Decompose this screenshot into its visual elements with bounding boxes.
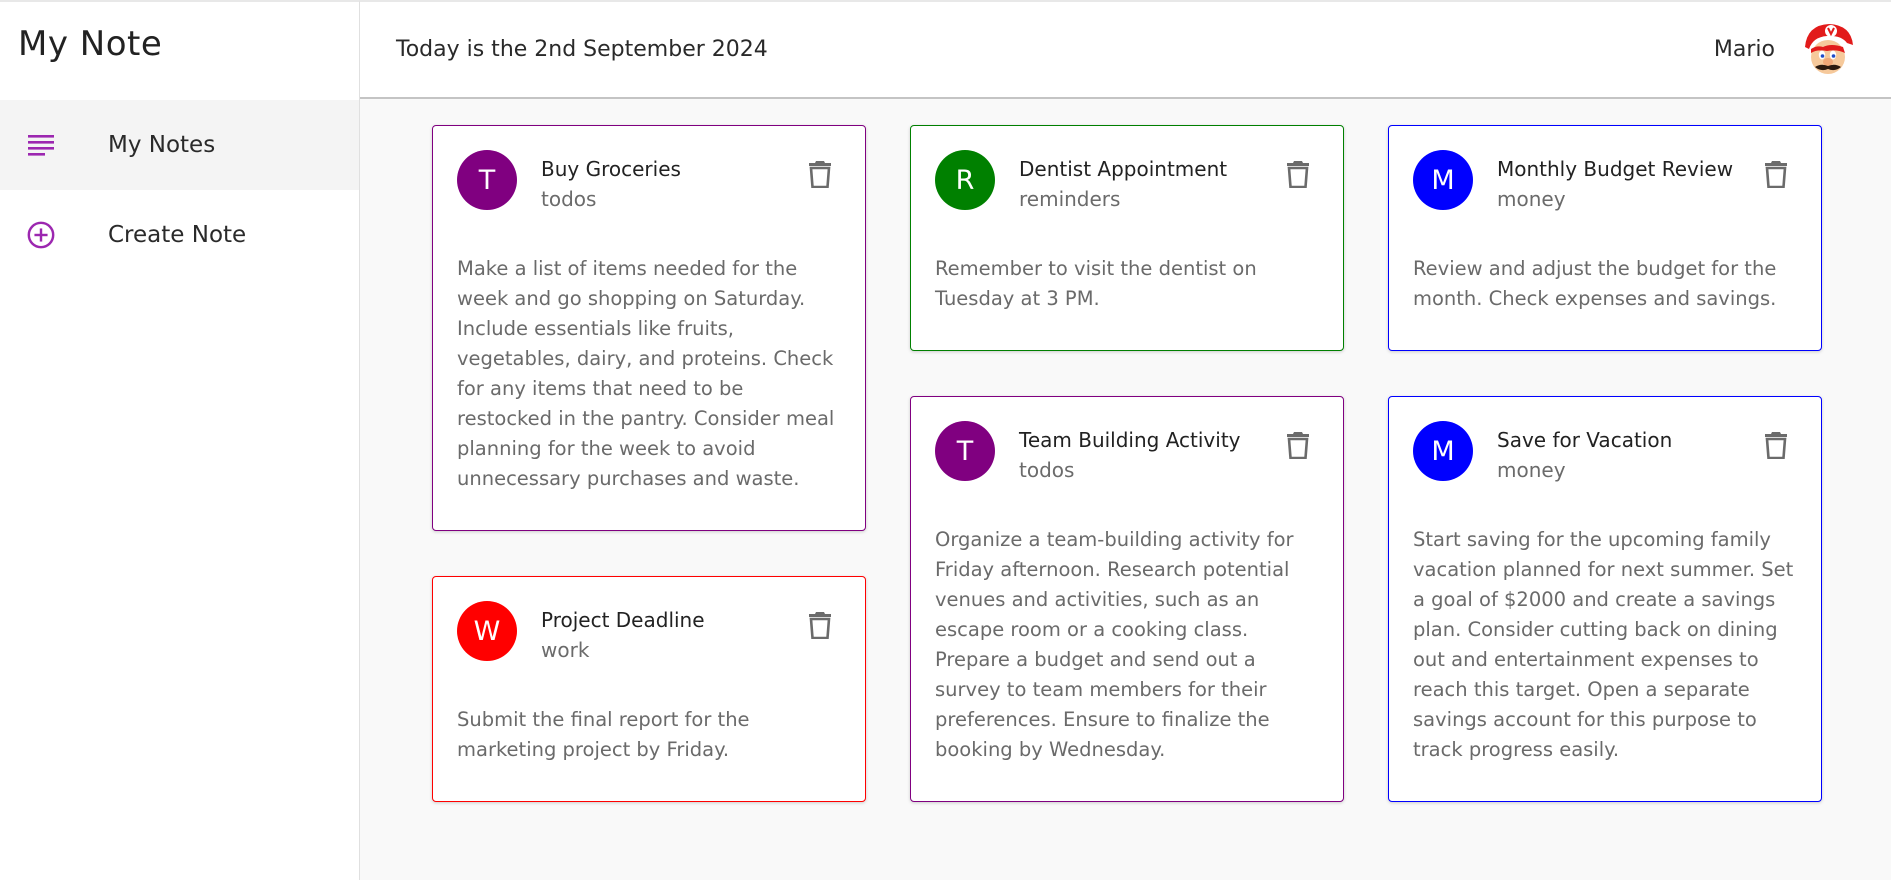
note-card: T Team Building Activity todos Organize … <box>910 396 1344 802</box>
note-titles: Monthly Budget Review money <box>1497 150 1761 214</box>
top-bar: Today is the 2nd September 2024 Mario <box>360 0 1891 99</box>
trash-icon <box>809 160 831 192</box>
note-titles: Save for Vacation money <box>1497 421 1761 485</box>
note-body: Remember to visit the dentist on Tuesday… <box>935 257 1257 310</box>
note-title: Save for Vacation <box>1497 428 1673 452</box>
sidebar-item-label: Create Note <box>108 222 247 248</box>
note-body: Make a list of items needed for the week… <box>457 257 835 490</box>
note-card: T Buy Groceries todos Make a list of ite… <box>432 125 866 531</box>
note-body: Review and adjust the budget for the mon… <box>1413 257 1777 310</box>
note-titles: Team Building Activity todos <box>1019 421 1283 485</box>
note-title: Dentist Appointment <box>1019 157 1228 181</box>
delete-note-button[interactable] <box>1283 429 1313 465</box>
trash-icon <box>1765 431 1787 463</box>
trash-icon <box>1287 431 1309 463</box>
note-avatar: R <box>935 150 995 210</box>
note-card-header: T Team Building Activity todos <box>935 421 1319 485</box>
note-category: todos <box>1019 458 1075 482</box>
note-avatar: T <box>935 421 995 481</box>
note-card: M Save for Vacation money Start saving f… <box>1388 396 1822 802</box>
note-titles: Dentist Appointment reminders <box>1019 150 1283 214</box>
note-title: Team Building Activity <box>1019 428 1241 452</box>
note-avatar: T <box>457 150 517 210</box>
note-card-header: M Monthly Budget Review money <box>1413 150 1797 214</box>
add-circle-icon <box>26 220 56 250</box>
sidebar-item-label: My Notes <box>108 132 216 158</box>
notes-list-icon <box>26 130 56 160</box>
note-title: Monthly Budget Review <box>1497 157 1734 181</box>
note-card-header: M Save for Vacation money <box>1413 421 1797 485</box>
sidebar: My Note My Notes Create Note <box>0 0 360 880</box>
note-titles: Project Deadline work <box>541 601 805 665</box>
note-category: todos <box>541 187 597 211</box>
note-title: Buy Groceries <box>541 157 681 181</box>
delete-note-button[interactable] <box>1761 429 1791 465</box>
delete-note-button[interactable] <box>1283 158 1313 194</box>
app-root: My Note My Notes Create Note Today is th… <box>0 0 1891 880</box>
note-card: M Monthly Budget Review money Review and… <box>1388 125 1822 351</box>
note-card-header: R Dentist Appointment reminders <box>935 150 1319 214</box>
note-avatar: W <box>457 601 517 661</box>
note-avatar: M <box>1413 150 1473 210</box>
trash-icon <box>809 611 831 643</box>
main-area: Today is the 2nd September 2024 Mario T … <box>360 0 1891 880</box>
note-avatar: M <box>1413 421 1473 481</box>
sidebar-item-create-note[interactable]: Create Note <box>0 190 359 280</box>
note-card-header: T Buy Groceries todos <box>457 150 841 214</box>
note-body: Start saving for the upcoming family vac… <box>1413 528 1794 761</box>
note-card-header: W Project Deadline work <box>457 601 841 665</box>
note-card: R Dentist Appointment reminders Remember… <box>910 125 1344 351</box>
note-category: reminders <box>1019 187 1121 211</box>
notes-column: T Buy Groceries todos Make a list of ite… <box>432 125 866 802</box>
delete-note-button[interactable] <box>1761 158 1791 194</box>
note-titles: Buy Groceries todos <box>541 150 805 214</box>
delete-note-button[interactable] <box>805 609 835 645</box>
note-card: W Project Deadline work Submit the final… <box>432 576 866 802</box>
note-body: Submit the final report for the marketin… <box>457 708 750 761</box>
mario-avatar-icon[interactable] <box>1797 18 1859 81</box>
trash-icon <box>1287 160 1309 192</box>
notes-column: M Monthly Budget Review money Review and… <box>1388 125 1822 802</box>
user-name: Mario <box>1713 37 1775 62</box>
sidebar-item-my-notes[interactable]: My Notes <box>0 100 359 190</box>
notes-grid: T Buy Groceries todos Make a list of ite… <box>432 125 1822 802</box>
note-title: Project Deadline <box>541 608 705 632</box>
delete-note-button[interactable] <box>805 158 835 194</box>
user-info: Mario <box>1713 18 1859 81</box>
note-category: money <box>1497 458 1566 482</box>
date-text: Today is the 2nd September 2024 <box>396 37 768 62</box>
note-category: work <box>541 638 590 662</box>
trash-icon <box>1765 160 1787 192</box>
notes-column: R Dentist Appointment reminders Remember… <box>910 125 1344 802</box>
app-title: My Note <box>18 24 163 64</box>
note-category: money <box>1497 187 1566 211</box>
note-body: Organize a team-building activity for Fr… <box>935 528 1294 761</box>
